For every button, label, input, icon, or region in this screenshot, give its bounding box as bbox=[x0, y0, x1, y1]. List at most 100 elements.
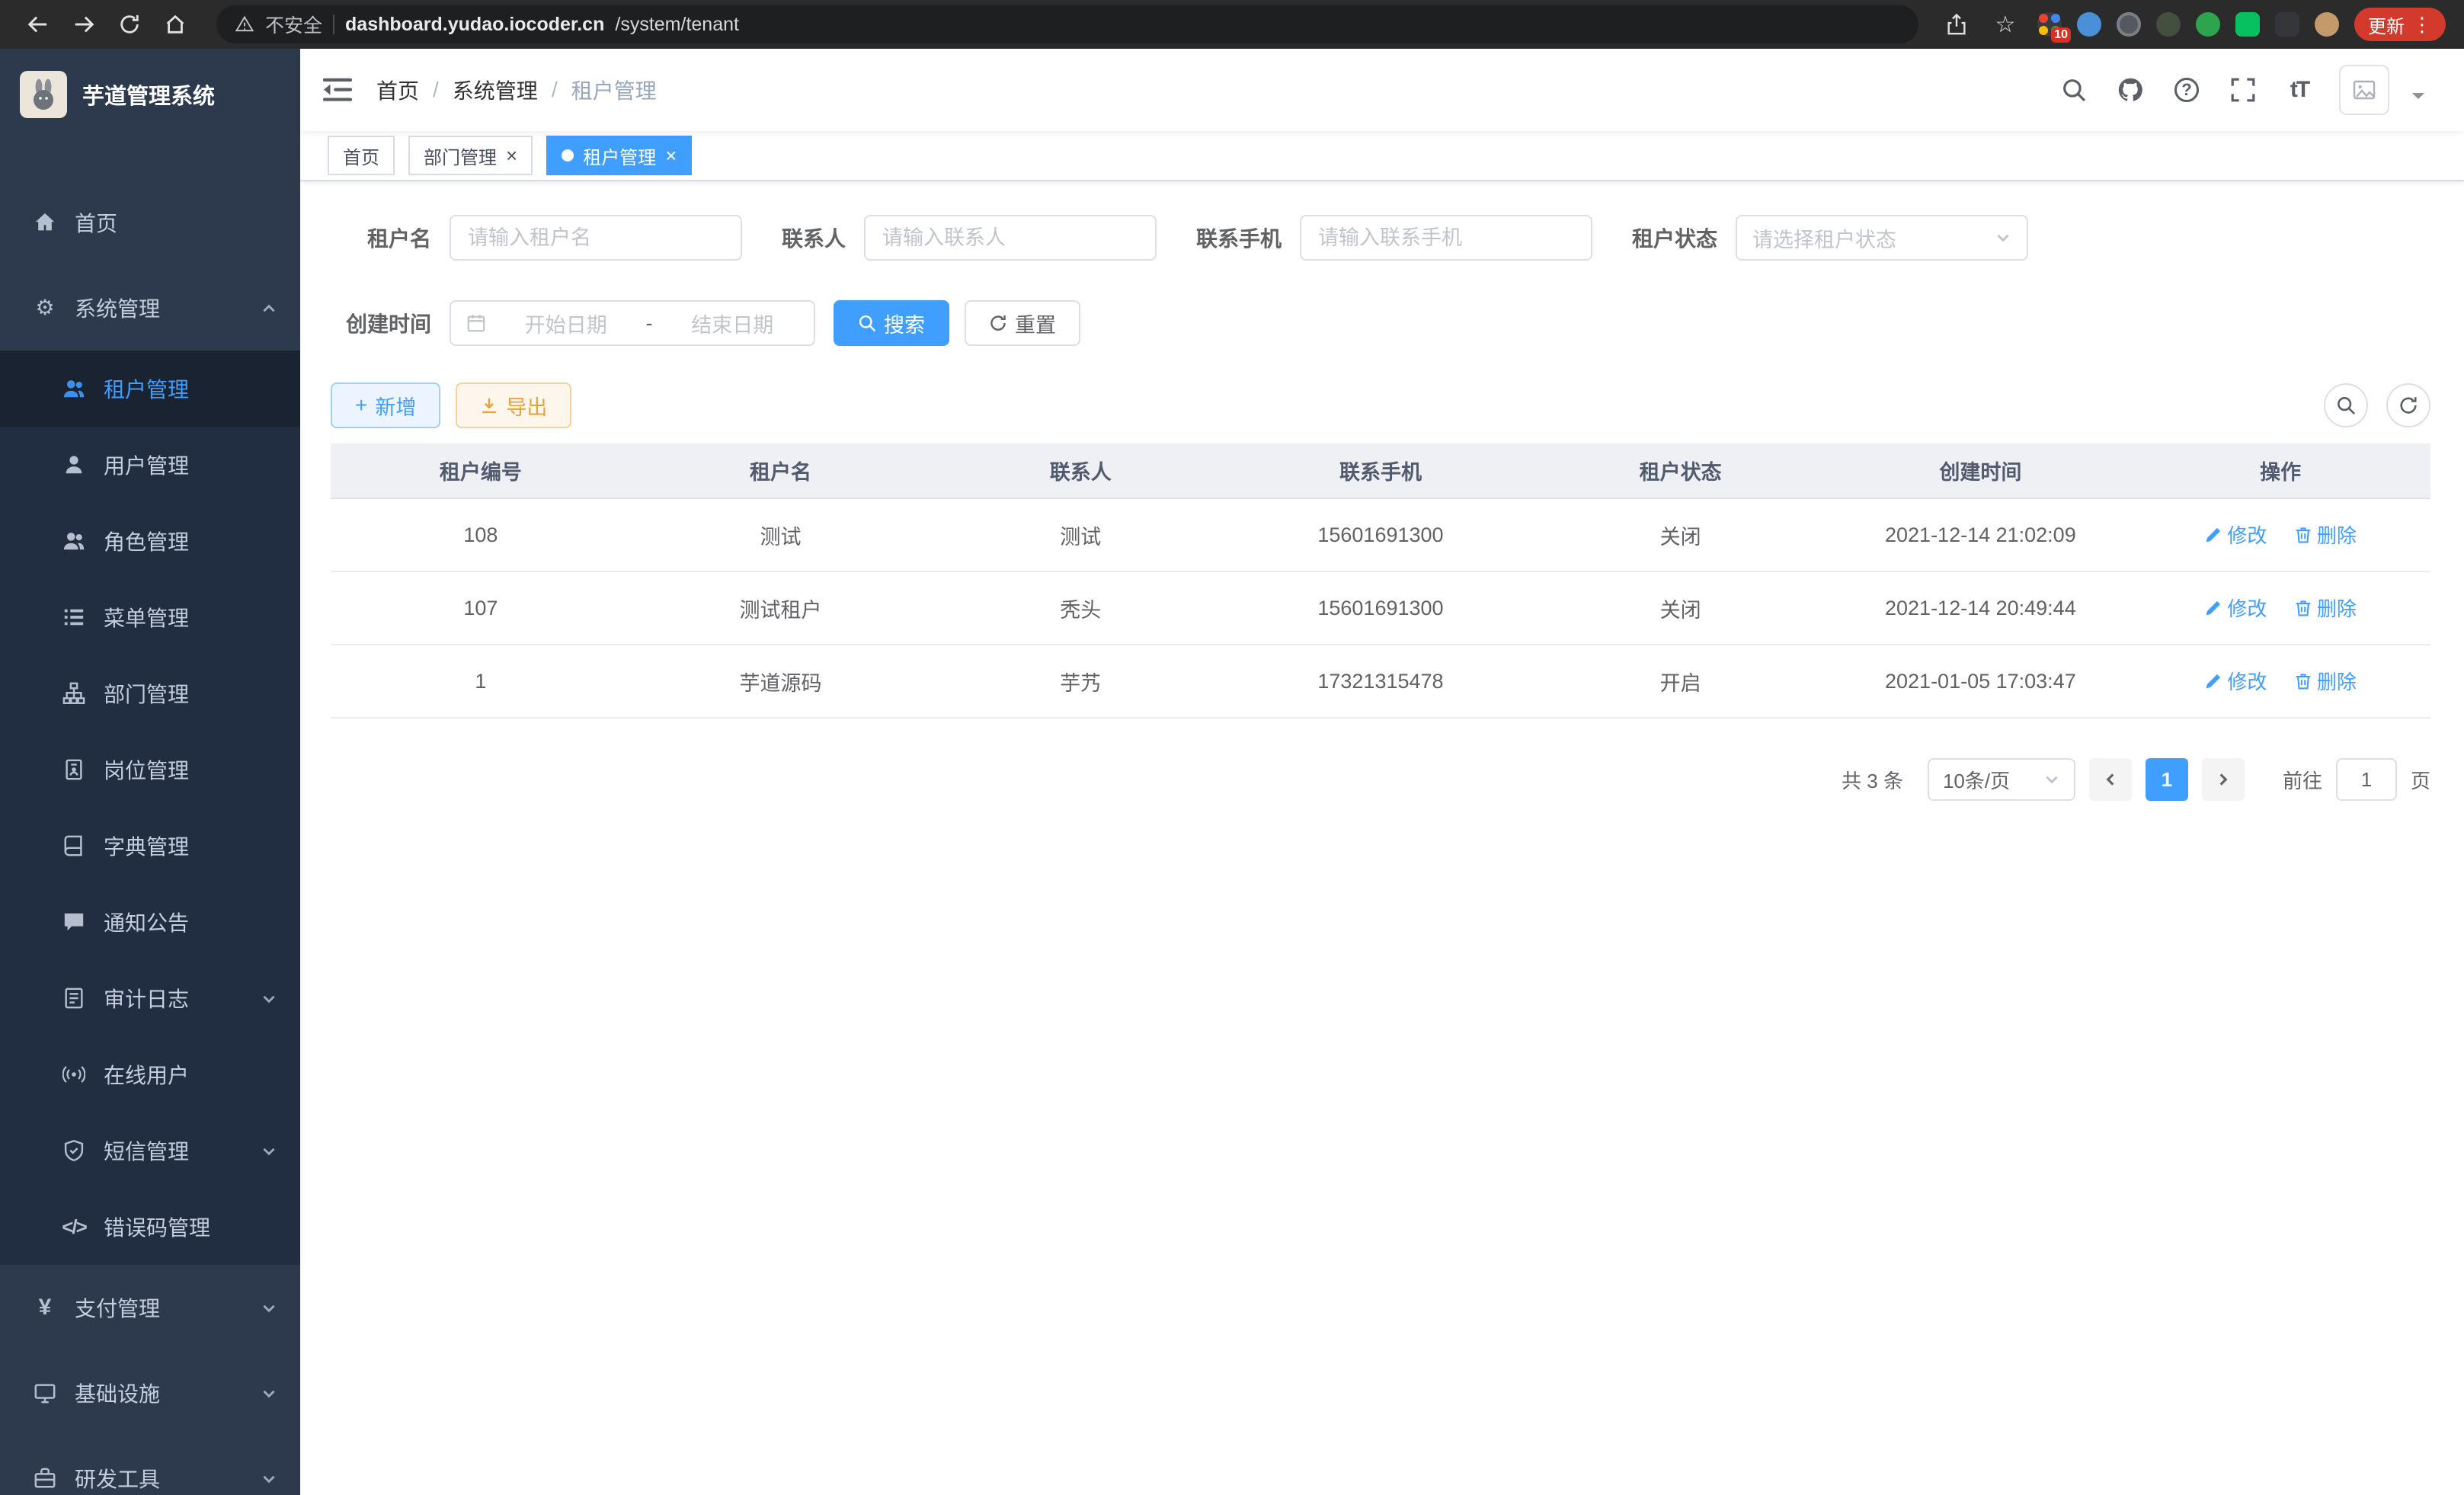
page-unit-label: 页 bbox=[2411, 766, 2430, 794]
tab-tenant[interactable]: 租户管理 × bbox=[546, 136, 692, 175]
browser-back-button[interactable] bbox=[18, 5, 58, 44]
sidebar-item-infrastructure[interactable]: 基础设施 bbox=[0, 1350, 300, 1436]
sidebar-item-label: 通知公告 bbox=[104, 907, 189, 937]
column-header: 租户编号 bbox=[331, 443, 631, 498]
tab-department[interactable]: 部门管理 × bbox=[408, 136, 533, 175]
export-button[interactable]: 导出 bbox=[456, 383, 571, 428]
reset-button[interactable]: 重置 bbox=[965, 300, 1080, 346]
breadcrumb-separator: / bbox=[433, 78, 439, 102]
active-dot-icon bbox=[562, 149, 574, 162]
sidebar-item-label: 菜单管理 bbox=[104, 602, 189, 632]
browser-update-button[interactable]: 更新 ⋮ bbox=[2354, 8, 2446, 41]
next-page-button[interactable] bbox=[2202, 758, 2245, 801]
breadcrumb-system[interactable]: 系统管理 bbox=[453, 75, 538, 105]
home-icon bbox=[32, 210, 58, 235]
sidebar-item-department[interactable]: 部门管理 bbox=[0, 655, 300, 731]
edit-link[interactable]: 修改 bbox=[2204, 520, 2267, 549]
page-number-button[interactable]: 1 bbox=[2146, 758, 2188, 801]
tab-home[interactable]: 首页 bbox=[328, 136, 395, 175]
avatar[interactable] bbox=[2339, 65, 2389, 115]
extension-icon[interactable]: 10 bbox=[2037, 12, 2062, 37]
sidebar-item-home[interactable]: 首页 bbox=[0, 180, 300, 265]
sidebar-item-payment[interactable]: ¥ 支付管理 bbox=[0, 1265, 300, 1350]
cell-tenant-id: 107 bbox=[331, 571, 631, 645]
toolbar-right bbox=[2324, 383, 2430, 427]
sidebar-item-post[interactable]: 岗位管理 bbox=[0, 731, 300, 808]
role-icon bbox=[61, 528, 87, 554]
page-size-select[interactable]: 10条/页 bbox=[1928, 758, 2075, 801]
cell-created: 2021-12-14 20:49:44 bbox=[1831, 571, 2131, 645]
goto-page-input[interactable] bbox=[2336, 758, 2397, 801]
profile-avatar-icon[interactable] bbox=[2315, 12, 2339, 37]
sidebar-item-system[interactable]: ⚙ 系统管理 bbox=[0, 265, 300, 351]
extension-icon[interactable] bbox=[2275, 12, 2299, 37]
status-select[interactable]: 请选择租户状态 bbox=[1736, 215, 2028, 261]
sidebar-collapse-icon[interactable] bbox=[323, 77, 352, 103]
filter-status: 租户状态 请选择租户状态 bbox=[1632, 215, 2028, 261]
sidebar-item-sms[interactable]: 短信管理 bbox=[0, 1112, 300, 1189]
sidebar-item-menu[interactable]: 菜单管理 bbox=[0, 579, 300, 655]
extension-icon[interactable] bbox=[2156, 12, 2181, 37]
address-bar[interactable]: 不安全 dashboard.yudao.iocoder.cn /system/t… bbox=[216, 5, 1918, 43]
navbar-actions: ? tT bbox=[2057, 65, 2424, 115]
select-placeholder: 请选择租户状态 bbox=[1752, 223, 1896, 253]
prev-page-button[interactable] bbox=[2089, 758, 2132, 801]
delete-link[interactable]: 删除 bbox=[2294, 594, 2357, 622]
sidebar-item-label: 审计日志 bbox=[104, 983, 189, 1013]
table-header-row: 租户编号 租户名 联系人 联系手机 租户状态 创建时间 操作 bbox=[331, 443, 2430, 498]
dictionary-icon bbox=[61, 833, 87, 859]
sidebar-item-user[interactable]: 用户管理 bbox=[0, 427, 300, 503]
share-icon[interactable] bbox=[1940, 5, 1973, 44]
fullscreen-icon[interactable] bbox=[2226, 73, 2260, 107]
font-size-icon[interactable]: tT bbox=[2283, 73, 2316, 107]
bookmark-star-icon[interactable]: ☆ bbox=[1989, 5, 2022, 44]
refresh-icon bbox=[989, 314, 1007, 332]
browser-forward-button[interactable] bbox=[64, 5, 104, 44]
delete-link[interactable]: 删除 bbox=[2294, 520, 2357, 549]
breadcrumb-home[interactable]: 首页 bbox=[376, 75, 419, 105]
sidebar-item-label: 短信管理 bbox=[104, 1135, 189, 1166]
cell-tenant-id: 1 bbox=[331, 645, 631, 718]
search-icon[interactable] bbox=[2057, 73, 2091, 107]
tenant-name-input[interactable] bbox=[450, 215, 742, 261]
close-icon[interactable]: × bbox=[665, 146, 677, 165]
close-icon[interactable]: × bbox=[506, 146, 517, 165]
edit-link[interactable]: 修改 bbox=[2204, 594, 2267, 622]
chevron-right-icon bbox=[2215, 771, 2232, 788]
cell-tenant-name: 芋道源码 bbox=[631, 645, 931, 718]
main-area: 首页 / 系统管理 / 租户管理 ? bbox=[300, 49, 2464, 1495]
extension-icon[interactable] bbox=[2235, 12, 2260, 37]
extension-icon[interactable] bbox=[2077, 12, 2101, 37]
search-button[interactable]: 搜索 bbox=[834, 300, 949, 346]
show-search-button[interactable] bbox=[2324, 383, 2368, 427]
add-button[interactable]: + 新增 bbox=[331, 383, 440, 428]
sidebar-item-tenant[interactable]: 租户管理 bbox=[0, 351, 300, 427]
extension-icon[interactable] bbox=[2117, 12, 2141, 37]
phone-input[interactable] bbox=[1300, 215, 1592, 261]
github-icon[interactable] bbox=[2114, 73, 2147, 107]
edit-link[interactable]: 修改 bbox=[2204, 667, 2267, 695]
pencil-icon bbox=[2204, 526, 2222, 544]
chevron-down-icon[interactable] bbox=[2412, 93, 2424, 105]
trash-icon bbox=[2294, 526, 2312, 544]
sidebar-item-error-code[interactable]: </> 错误码管理 bbox=[0, 1189, 300, 1265]
sidebar-item-dev-tools[interactable]: 研发工具 bbox=[0, 1436, 300, 1495]
sidebar-item-dictionary[interactable]: 字典管理 bbox=[0, 808, 300, 884]
extension-icon[interactable] bbox=[2196, 12, 2220, 37]
contact-input[interactable] bbox=[864, 215, 1157, 261]
app-logo[interactable]: 芋道管理系统 bbox=[0, 49, 300, 140]
sidebar-item-label: 用户管理 bbox=[104, 450, 189, 480]
chevron-down-icon bbox=[2043, 771, 2060, 788]
sidebar-item-notice[interactable]: 通知公告 bbox=[0, 884, 300, 960]
delete-link[interactable]: 删除 bbox=[2294, 667, 2357, 695]
browser-home-button[interactable] bbox=[155, 5, 195, 44]
sidebar-item-audit-log[interactable]: 审计日志 bbox=[0, 960, 300, 1036]
help-icon[interactable]: ? bbox=[2170, 73, 2203, 107]
date-range-picker[interactable]: 开始日期 - 结束日期 bbox=[450, 300, 815, 346]
sidebar-item-role[interactable]: 角色管理 bbox=[0, 503, 300, 579]
filter-phone: 联系手机 bbox=[1196, 215, 1592, 261]
browser-reload-button[interactable] bbox=[110, 5, 149, 44]
filter-label: 联系手机 bbox=[1196, 222, 1282, 253]
sidebar-item-online-users[interactable]: 在线用户 bbox=[0, 1036, 300, 1112]
refresh-button[interactable] bbox=[2386, 383, 2430, 427]
